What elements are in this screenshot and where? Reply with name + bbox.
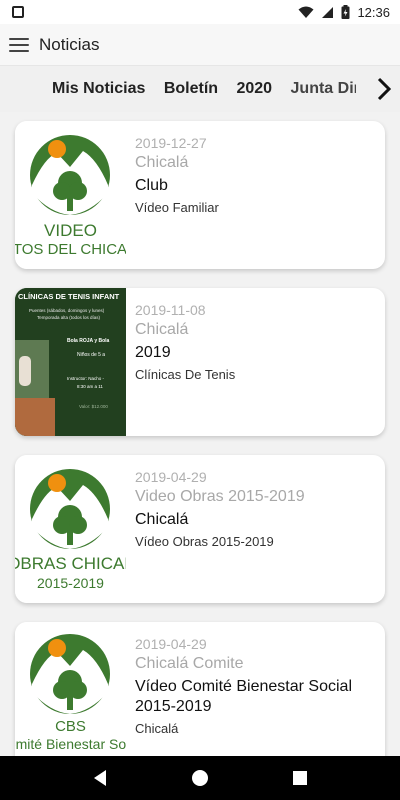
thumb-line: Puentes (sábados, domingos y lunes) xyxy=(29,308,105,313)
news-title: Chicalá xyxy=(135,511,189,528)
news-category: Chicalá xyxy=(135,154,189,171)
news-date: 2019-04-29 xyxy=(135,636,207,652)
news-thumbnail: CBS omité Bienestar Soc 2015-2019 xyxy=(15,622,126,756)
page-title: Noticias xyxy=(39,34,100,54)
news-category: Chicalá Comite xyxy=(135,655,244,672)
thumb-subtitle: LTOS DEL CHICAL xyxy=(15,241,126,258)
tab-junta-directiva[interactable]: Junta Direc xyxy=(291,66,356,112)
tabs-scroll[interactable]: Mis Noticias Boletín 2020 Junta Direc xyxy=(0,66,356,112)
battery-icon xyxy=(341,5,350,19)
back-icon[interactable] xyxy=(85,763,115,793)
news-card[interactable]: CLÍNICAS DE TENIS INFANT Puentes (sábado… xyxy=(15,288,385,436)
thumb-time: 8:30 am a 11 xyxy=(77,384,103,389)
news-thumbnail: CLÍNICAS DE TENIS INFANT Puentes (sábado… xyxy=(15,288,126,436)
tab-2020[interactable]: 2020 xyxy=(236,66,272,112)
thumb-ages: Niños de 5 a xyxy=(77,352,106,358)
notification-icon xyxy=(12,6,24,18)
thumb-subtitle: omité Bienestar Soc xyxy=(15,736,126,752)
news-date: 2019-12-27 xyxy=(135,135,207,151)
news-list[interactable]: VIDEO LTOS DEL CHICAL 2019-12-27 Chicalá… xyxy=(0,112,400,756)
club-logo-icon xyxy=(30,135,110,215)
thumb-ball: Bola ROJA y Bola xyxy=(67,338,110,344)
news-card[interactable]: VIDEO LTOS DEL CHICAL 2019-12-27 Chicalá… xyxy=(15,121,385,269)
thumb-line: Temporada alta (todos los días) xyxy=(37,315,101,320)
system-nav-bar xyxy=(0,756,400,800)
thumb-price: Valor: $12.000 xyxy=(79,404,108,409)
thumb-title: CBS xyxy=(55,718,86,735)
menu-icon[interactable] xyxy=(9,37,29,52)
news-thumbnail: VIDEO LTOS DEL CHICAL xyxy=(15,121,126,269)
news-title: Club xyxy=(135,177,168,194)
wifi-icon xyxy=(298,6,314,18)
news-title: Vídeo Comité Bienestar Social 2015-2019 xyxy=(135,678,352,715)
chevron-right-icon[interactable] xyxy=(370,66,398,112)
thumb-header: CLÍNICAS DE TENIS INFANT xyxy=(18,292,120,301)
signal-icon xyxy=(322,6,334,18)
news-subtitle: Chicalá xyxy=(135,721,179,736)
news-date: 2019-11-08 xyxy=(135,302,206,318)
club-logo-icon xyxy=(30,634,110,714)
news-category: Chicalá xyxy=(135,321,189,338)
news-card[interactable]: OBRAS CHICAL 2015-2019 2019-04-29 Video … xyxy=(15,455,385,603)
news-thumbnail: OBRAS CHICAL 2015-2019 xyxy=(15,455,126,603)
thumb-subtitle: 2015-2019 xyxy=(37,575,104,591)
news-date: 2019-04-29 xyxy=(135,469,207,485)
recents-icon[interactable] xyxy=(285,763,315,793)
news-subtitle: Vídeo Familiar xyxy=(135,200,219,215)
news-category: Video Obras 2015-2019 xyxy=(135,488,305,505)
status-bar: 12:36 xyxy=(0,0,400,24)
news-title: 2019 xyxy=(135,344,171,361)
app-bar: Noticias xyxy=(0,24,400,66)
thumb-instructor: Instructor: Nacho - xyxy=(67,376,105,381)
news-subtitle: Clínicas De Tenis xyxy=(135,367,236,382)
thumb-title: VIDEO xyxy=(44,221,97,240)
thumb-title: OBRAS CHICAL xyxy=(15,554,126,573)
category-tabs: Mis Noticias Boletín 2020 Junta Direc xyxy=(0,66,400,112)
news-subtitle: Vídeo Obras 2015-2019 xyxy=(135,534,274,549)
clock: 12:36 xyxy=(357,4,390,20)
tab-mis-noticias[interactable]: Mis Noticias xyxy=(52,66,145,112)
home-icon[interactable] xyxy=(185,763,215,793)
news-card[interactable]: CBS omité Bienestar Soc 2015-2019 2019-0… xyxy=(15,622,385,756)
tab-boletin[interactable]: Boletín xyxy=(164,66,218,112)
club-logo-icon xyxy=(30,469,110,549)
